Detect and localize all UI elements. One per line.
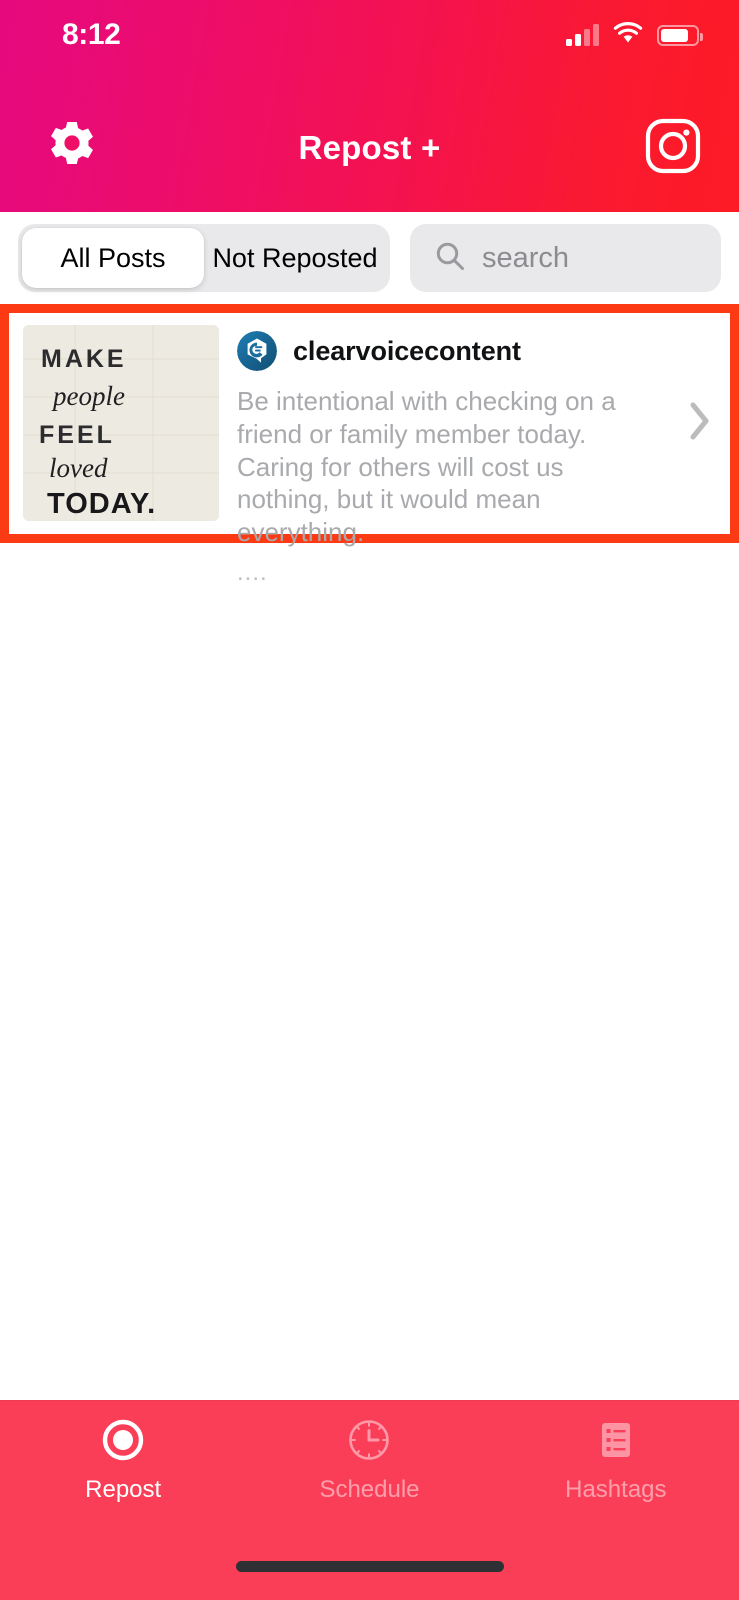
post-more-indicator: .... bbox=[237, 558, 268, 586]
post-content: clearvoicecontent Be intentional with ch… bbox=[237, 325, 662, 584]
status-bar-clock: 8:12 bbox=[62, 18, 121, 51]
search-input[interactable]: search bbox=[482, 242, 569, 275]
clearvoice-logo-avatar bbox=[237, 331, 277, 371]
page-title: Repost + bbox=[298, 129, 441, 166]
battery-icon bbox=[657, 24, 703, 46]
post-list-item[interactable]: MAKE people FEEL loved TODAY. clearvoice… bbox=[0, 304, 739, 584]
svg-text:TODAY.: TODAY. bbox=[47, 488, 156, 520]
settings-button[interactable] bbox=[38, 114, 106, 182]
home-indicator-area bbox=[0, 1532, 739, 1600]
app-screen: 8:12 Repost + All Posts Not Reposted sea… bbox=[0, 0, 739, 1600]
bottom-tab-bar: Repost Schedule Hashtags bbox=[0, 1400, 739, 1532]
avatar[interactable] bbox=[237, 331, 277, 371]
tab-repost-label: Repost bbox=[85, 1476, 162, 1503]
thumbnail-artwork: MAKE people FEEL loved TODAY. bbox=[23, 325, 219, 521]
tab-repost[interactable]: Repost bbox=[0, 1415, 246, 1504]
wifi-icon bbox=[613, 21, 643, 49]
tab-not-reposted[interactable]: Not Reposted bbox=[204, 228, 386, 288]
clock-icon bbox=[344, 1415, 394, 1465]
tab-hashtags-label: Hashtags bbox=[565, 1476, 667, 1503]
post-thumbnail: MAKE people FEEL loved TODAY. bbox=[23, 325, 219, 521]
svg-text:FEEL: FEEL bbox=[39, 421, 115, 449]
navigation-bar: Repost + bbox=[0, 98, 739, 198]
tab-hashtags[interactable]: Hashtags bbox=[493, 1415, 739, 1504]
post-header: clearvoicecontent bbox=[237, 331, 662, 371]
gear-icon bbox=[44, 118, 100, 179]
app-header: 8:12 Repost + bbox=[0, 0, 739, 212]
list-icon bbox=[591, 1415, 641, 1465]
repost-circle-icon bbox=[98, 1415, 148, 1465]
post-caption: Be intentional with checking on a friend… bbox=[237, 386, 616, 547]
instagram-icon bbox=[644, 117, 702, 180]
search-field[interactable]: search bbox=[410, 224, 721, 292]
status-bar-indicators bbox=[566, 21, 703, 49]
tab-schedule-label: Schedule bbox=[319, 1476, 420, 1503]
tab-schedule[interactable]: Schedule bbox=[246, 1415, 492, 1504]
svg-text:loved: loved bbox=[49, 453, 108, 483]
post-list: MAKE people FEEL loved TODAY. clearvoice… bbox=[0, 304, 739, 1400]
post-username[interactable]: clearvoicecontent bbox=[293, 336, 521, 367]
search-icon bbox=[434, 240, 466, 277]
status-bar: 8:12 bbox=[0, 0, 739, 70]
home-indicator[interactable] bbox=[235, 1560, 504, 1572]
filter-bar: All Posts Not Reposted search bbox=[0, 212, 739, 304]
instagram-button[interactable] bbox=[639, 114, 707, 182]
svg-text:MAKE: MAKE bbox=[41, 345, 127, 373]
post-disclosure[interactable] bbox=[680, 325, 720, 522]
chevron-right-icon bbox=[687, 399, 713, 448]
svg-text:people: people bbox=[51, 381, 125, 411]
posts-filter-segmented-control[interactable]: All Posts Not Reposted bbox=[18, 224, 390, 292]
cellular-signal-icon bbox=[566, 24, 599, 46]
tab-all-posts[interactable]: All Posts bbox=[22, 228, 204, 288]
